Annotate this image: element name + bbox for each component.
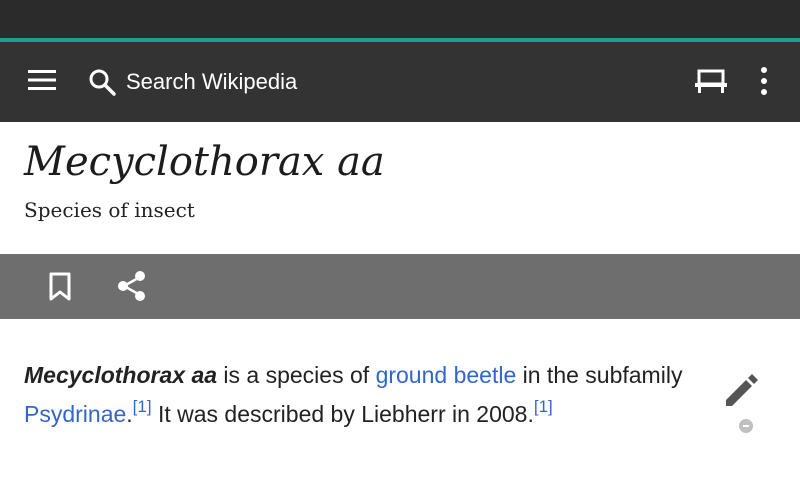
share-icon[interactable] bbox=[116, 270, 148, 302]
reference-link[interactable]: [1] bbox=[534, 397, 553, 416]
body-text: in the subfamily bbox=[516, 362, 683, 388]
search-icon[interactable] bbox=[86, 66, 118, 98]
article-title: Mecyclothorax aa bbox=[24, 139, 385, 185]
minus-badge-icon bbox=[739, 419, 753, 433]
more-options-icon[interactable] bbox=[758, 66, 770, 96]
body-text: is a species of bbox=[217, 362, 376, 388]
body-text: It was described by Liebherr in 2008. bbox=[151, 401, 534, 427]
article-action-bar bbox=[0, 254, 800, 319]
article-description: Species of insect bbox=[24, 198, 195, 222]
article-body: Mecyclothorax aa is a species of ground … bbox=[24, 356, 710, 434]
search-input[interactable]: Search Wikipedia bbox=[126, 66, 297, 98]
article-header: Mecyclothorax aa Species of insect bbox=[0, 122, 800, 254]
top-toolbar: Search Wikipedia bbox=[0, 42, 800, 122]
edit-pencil-icon[interactable] bbox=[722, 372, 760, 410]
menu-icon[interactable] bbox=[28, 70, 56, 90]
link-psydrinae[interactable]: Psydrinae bbox=[24, 401, 126, 427]
article-term: Mecyclothorax aa bbox=[24, 362, 218, 388]
reference-link[interactable]: [1] bbox=[133, 397, 152, 416]
link-ground-beetle[interactable]: ground beetle bbox=[376, 362, 517, 388]
reading-list-icon[interactable] bbox=[694, 68, 728, 94]
bookmark-icon[interactable] bbox=[48, 272, 72, 302]
status-bar bbox=[0, 0, 800, 38]
